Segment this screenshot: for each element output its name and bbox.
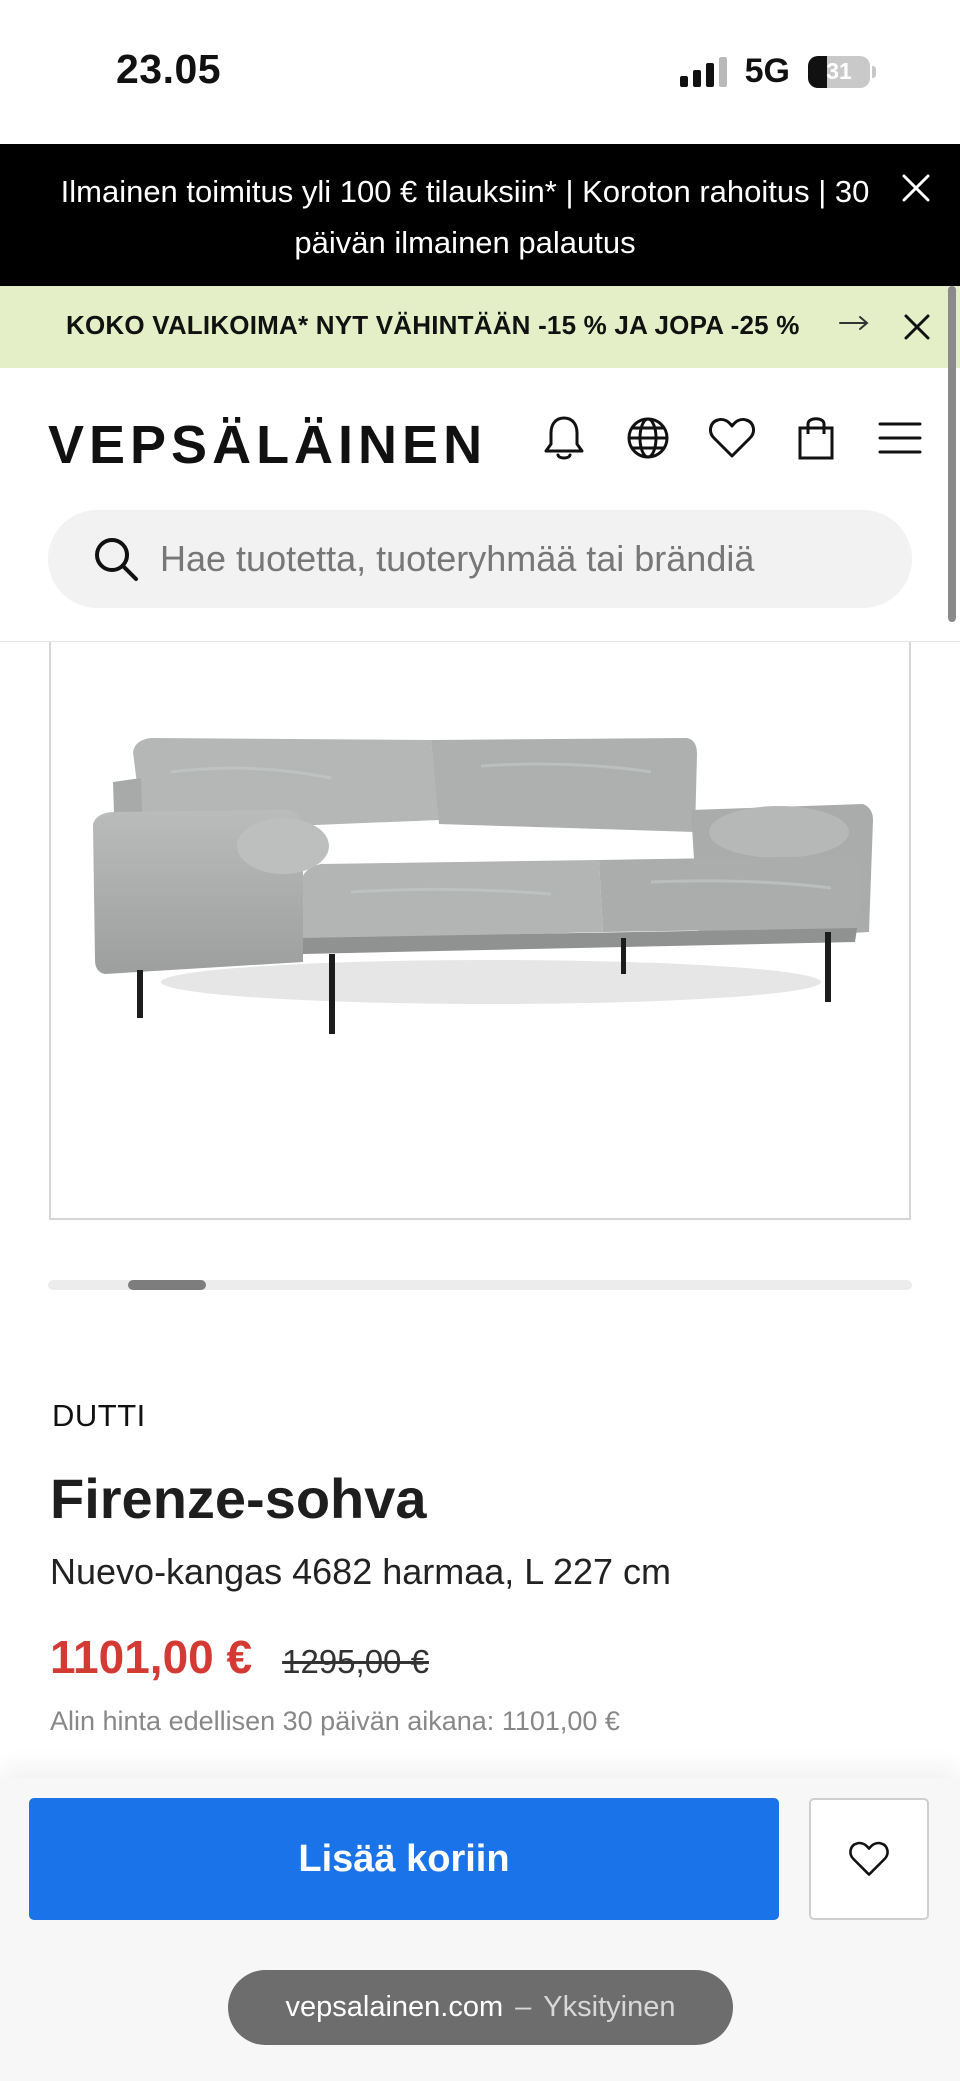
bell-icon[interactable]: [538, 412, 590, 464]
sale-banner-text[interactable]: KOKO VALIKOIMA* NYT VÄHINTÄÄN -15 % JA J…: [66, 310, 800, 341]
lowest-price-note: Alin hinta edellisen 30 päivän aikana: 1…: [50, 1706, 620, 1736]
browser-url-bar[interactable]: vepsalainen.com – Yksityinen: [228, 1970, 733, 2045]
add-to-cart-button[interactable]: Lisää koriin: [29, 1798, 779, 1920]
carousel-scroll-thumb[interactable]: [128, 1280, 206, 1290]
network-label: 5G: [744, 52, 790, 90]
status-indicators: 5G 31: [679, 52, 876, 91]
search-icon: [92, 535, 140, 583]
wishlist-button[interactable]: [809, 1798, 929, 1920]
product-image[interactable]: [49, 642, 911, 1220]
product-variant: Nuevo-kangas 4682 harmaa, L 227 cm: [50, 1551, 672, 1592]
url-domain: vepsalainen.com: [285, 1991, 504, 2023]
globe-icon[interactable]: [622, 412, 674, 464]
battery-cap: [872, 65, 876, 78]
site-header: VEPSÄLÄINEN: [0, 368, 960, 642]
site-logo[interactable]: VEPSÄLÄINEN: [48, 414, 487, 476]
status-time: 23.05: [116, 46, 222, 92]
image-carousel-scrollbar[interactable]: [48, 1280, 912, 1290]
private-mode-label: Yksityinen: [543, 1991, 676, 2023]
heart-icon[interactable]: [706, 412, 758, 464]
promo-banner: Ilmainen toimitus yli 100 € tilauksiin* …: [0, 144, 960, 286]
sale-banner[interactable]: KOKO VALIKOIMA* NYT VÄHINTÄÄN -15 % JA J…: [0, 286, 960, 368]
product-title: Firenze-sohva: [50, 1467, 427, 1530]
heart-icon: [849, 1841, 889, 1876]
close-icon[interactable]: [896, 168, 936, 208]
battery-level: 31: [826, 58, 852, 84]
arrow-right-icon: [838, 306, 872, 349]
battery-icon: 31: [808, 55, 870, 88]
product-brand[interactable]: DUTTI: [52, 1398, 146, 1434]
signal-icon: [679, 56, 727, 87]
status-bar: 23.05 5G 31: [0, 0, 960, 144]
search-input[interactable]: [160, 538, 880, 580]
shopping-bag-icon[interactable]: [790, 412, 842, 464]
close-icon[interactable]: [898, 308, 936, 346]
sofa-image: [93, 738, 873, 1034]
search-bar[interactable]: [48, 510, 912, 608]
url-separator: –: [515, 1991, 532, 2023]
sale-price: 1101,00 €: [50, 1631, 253, 1683]
promo-banner-text: Ilmainen toimitus yli 100 € tilauksiin* …: [60, 174, 870, 260]
page-scrollbar[interactable]: [948, 286, 956, 622]
header-icons: [538, 412, 926, 464]
price-row: 1101,00 € 1295,00 €: [50, 1630, 429, 1684]
menu-icon[interactable]: [874, 412, 926, 464]
original-price: 1295,00 €: [282, 1643, 429, 1680]
